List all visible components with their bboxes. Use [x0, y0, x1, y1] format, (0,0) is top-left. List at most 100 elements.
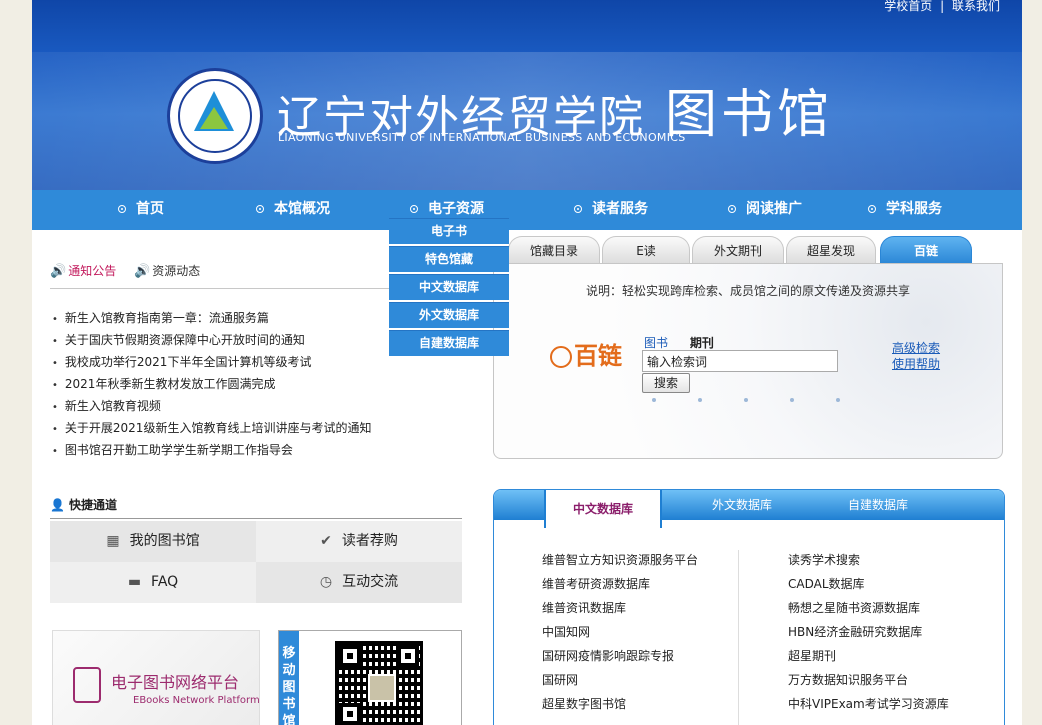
tab-foreign-databases[interactable]: 外文数据库 [694, 490, 790, 520]
dot-icon[interactable] [744, 398, 748, 402]
circle-bullet-icon [118, 205, 126, 213]
faq-link[interactable]: ▬ FAQ [50, 562, 256, 603]
circle-bullet-icon [728, 205, 736, 213]
list-item[interactable]: 关于国庆节假期资源保障中心开放时间的通知 [52, 329, 371, 351]
speaker-icon: 🔊 [134, 264, 151, 279]
search-tabs: 馆藏目录 E读 外文期刊 超星发现 百链 [494, 236, 1004, 264]
school-logo[interactable] [167, 68, 263, 164]
list-item[interactable]: CADAL数据库 [788, 572, 949, 596]
nav-subject-services[interactable]: 学科服务 [868, 190, 942, 230]
tab-chinese-databases[interactable]: 中文数据库 [544, 490, 662, 528]
nav-about[interactable]: 本馆概况 [256, 190, 330, 230]
help-link[interactable]: 使用帮助 [892, 356, 940, 372]
list-item[interactable]: 读秀学术搜索 [788, 548, 949, 572]
dropdown-item-special-collections[interactable]: 特色馆藏 [389, 246, 509, 272]
list-item[interactable]: HBN经济金融研究数据库 [788, 620, 949, 644]
tab-bailian[interactable]: 百链 [880, 236, 972, 264]
list-item[interactable]: 国研网疫情影响跟踪专报 [542, 644, 698, 668]
list-item[interactable]: 维普智立方知识资源服务平台 [542, 548, 698, 572]
ebook-platform-banner[interactable]: 电子图书网络平台 EBooks Network Platform [52, 630, 260, 725]
book-icon: ▦ [106, 533, 120, 549]
interaction-link[interactable]: ◷ 互动交流 [256, 562, 462, 603]
dot-icon[interactable] [698, 398, 702, 402]
search-panel: 说明：轻松实现跨库检索、成员馆之间的原文传递及资源共享 百链 图书 期刊 搜索 … [493, 263, 1003, 459]
tab-catalog[interactable]: 馆藏目录 [508, 236, 600, 264]
search-links: 高级检索 使用帮助 [892, 340, 940, 372]
dropdown-item-self-built-databases[interactable]: 自建数据库 [389, 330, 509, 356]
dot-icon[interactable] [836, 398, 840, 402]
main-nav: 首页 本馆概况 电子资源 读者服务 阅读推广 学科服务 [32, 190, 1022, 230]
e-resources-dropdown: 电子书 特色馆藏 中文数据库 外文数据库 自建数据库 [389, 218, 509, 358]
dropdown-item-foreign-databases[interactable]: 外文数据库 [389, 302, 509, 328]
person-icon: 👤 [50, 498, 65, 512]
tab-foreign-journals[interactable]: 外文期刊 [692, 236, 784, 264]
school-home-link[interactable]: 学校首页 [884, 0, 932, 13]
qr-code-icon [335, 641, 423, 725]
list-item[interactable]: 2021年秋季新生教材发放工作圆满完成 [52, 373, 371, 395]
list-item[interactable]: 图书馆召开勤工助学学生新学期工作指导会 [52, 439, 371, 461]
divider [50, 518, 462, 519]
divider [738, 550, 739, 725]
search-button[interactable]: 搜索 [642, 373, 690, 393]
list-item[interactable]: 维普资讯数据库 [542, 596, 698, 620]
tab-resource-news[interactable]: 🔊 资源动态 [134, 262, 200, 279]
school-name-en: LIAONING UNIVERSITY OF INTERNATIONAL BUS… [278, 131, 686, 144]
library-name: 图书馆 [665, 85, 834, 145]
search-input[interactable] [642, 350, 838, 372]
database-list-right: 读秀学术搜索 CADAL数据库 畅想之星随书资源数据库 HBN经济金融研究数据库… [788, 548, 949, 716]
notice-list: 新生入馆教育指南第一章：流通服务篇 关于国庆节假期资源保障中心开放时间的通知 我… [52, 307, 372, 461]
advanced-search-link[interactable]: 高级检索 [892, 340, 940, 356]
list-item[interactable]: 新生入馆教育指南第一章：流通服务篇 [52, 307, 371, 329]
list-item[interactable]: 超星数字图书馆 [542, 692, 698, 716]
clock-icon: ◷ [319, 574, 333, 590]
circle-bullet-icon [256, 205, 264, 213]
list-item[interactable]: 国研网 [542, 668, 698, 692]
mobile-library-label: 移动图书馆 [279, 631, 299, 725]
dropdown-item-ebooks[interactable]: 电子书 [389, 218, 509, 244]
category-journals[interactable]: 期刊 [690, 336, 714, 350]
circle-bullet-icon [868, 205, 876, 213]
circle-bullet-icon [410, 205, 418, 213]
list-item[interactable]: 超星期刊 [788, 644, 949, 668]
list-item[interactable]: 中国知网 [542, 620, 698, 644]
mobile-library-banner[interactable]: 移动图书馆 [278, 630, 462, 725]
tab-self-built-databases[interactable]: 自建数据库 [830, 490, 926, 520]
circle-bullet-icon [574, 205, 582, 213]
list-item[interactable]: 畅想之星随书资源数据库 [788, 596, 949, 620]
notice-tabs: 🔊 通知公告 🔊 资源动态 [50, 262, 214, 279]
bailian-logo: 百链 [550, 336, 622, 371]
quick-links-grid: ▦ 我的图书馆 ✔ 读者荐购 ▬ FAQ ◷ 互动交流 [50, 521, 462, 603]
check-circle-icon: ✔ [320, 533, 332, 549]
dot-icon[interactable] [652, 398, 656, 402]
search-categories: 图书 期刊 [644, 334, 714, 351]
list-item[interactable]: 我校成功举行2021下半年全国计算机等级考试 [52, 351, 371, 373]
folder-icon: ▬ [127, 574, 142, 590]
list-item[interactable]: 新生入馆教育视频 [52, 395, 371, 417]
top-links: 学校首页 | 联系我们 [884, 0, 1000, 13]
nav-reader-services[interactable]: 读者服务 [574, 190, 648, 230]
carousel-dots [652, 398, 852, 402]
site-header: 学校首页 | 联系我们 辽宁对外经贸学院 图书馆 LIAONING UNIVERS… [32, 0, 1022, 190]
category-books[interactable]: 图书 [644, 336, 668, 350]
globe-icon [550, 346, 572, 368]
search-description: 说明：轻松实现跨库检索、成员馆之间的原文传递及资源共享 [586, 284, 911, 298]
nav-reading-promotion[interactable]: 阅读推广 [728, 190, 802, 230]
list-item[interactable]: 维普考研资源数据库 [542, 572, 698, 596]
list-item[interactable]: 万方数据知识服务平台 [788, 668, 949, 692]
tab-notices[interactable]: 🔊 通知公告 [50, 262, 116, 279]
list-item[interactable]: 中科VIPExam考试学习资源库 [788, 692, 949, 716]
database-box: 中文数据库 外文数据库 自建数据库 维普智立方知识资源服务平台 维普考研资源数据… [493, 489, 1005, 725]
contact-link[interactable]: 联系我们 [952, 0, 1000, 13]
dot-icon[interactable] [790, 398, 794, 402]
recommend-purchase-link[interactable]: ✔ 读者荐购 [256, 521, 462, 562]
my-library-link[interactable]: ▦ 我的图书馆 [50, 521, 256, 562]
dropdown-item-chinese-databases[interactable]: 中文数据库 [389, 274, 509, 300]
quick-links-title: 👤 快捷通道 [50, 498, 117, 512]
database-list-left: 维普智立方知识资源服务平台 维普考研资源数据库 维普资讯数据库 中国知网 国研网… [542, 548, 698, 716]
tab-superstar-discovery[interactable]: 超星发现 [786, 236, 876, 264]
nav-home[interactable]: 首页 [118, 190, 164, 230]
speaker-icon: 🔊 [50, 264, 67, 279]
tab-e-read[interactable]: E读 [602, 236, 690, 264]
page: 学校首页 | 联系我们 辽宁对外经贸学院 图书馆 LIAONING UNIVERS… [32, 0, 1022, 725]
list-item[interactable]: 关于开展2021级新生入馆教育线上培训讲座与考试的通知 [52, 417, 372, 439]
